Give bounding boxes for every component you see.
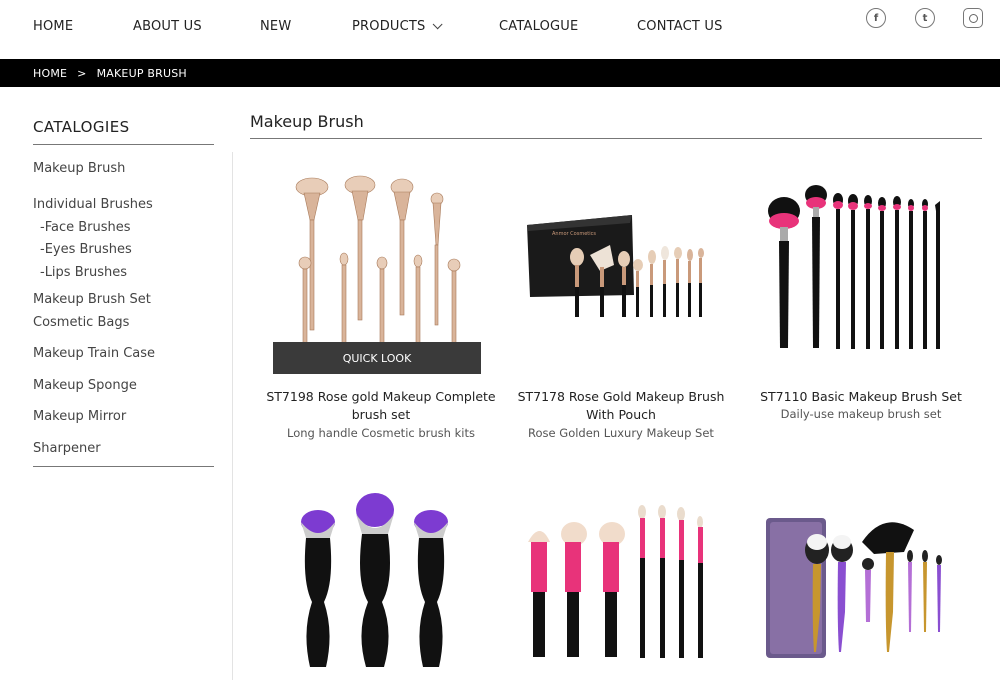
product-subtitle: Long handle Cosmetic brush kits: [287, 426, 475, 440]
product-name-line1: ST7178 Rose Gold Makeup Brush: [517, 389, 725, 404]
product-image-pink-black-set[interactable]: [520, 502, 710, 667]
sidebar-item-makeup-brush[interactable]: Makeup Brush: [33, 161, 125, 176]
chevron-down-icon: [432, 19, 443, 30]
product-name-line1: ST7110 Basic Makeup Brush Set: [760, 389, 962, 404]
nav-products-link[interactable]: PRODUCTS: [352, 19, 443, 34]
sidebar-bottom-rule: [33, 466, 214, 467]
sidebar-item-makeup-sponge[interactable]: Makeup Sponge: [33, 378, 137, 393]
sidebar-item-cosmetic-bags[interactable]: Cosmetic Bags: [33, 315, 129, 330]
breadcrumb-separator: >: [77, 66, 87, 80]
instagram-icon[interactable]: [963, 8, 983, 28]
product-name[interactable]: ST7110 Basic Makeup Brush Set: [746, 388, 976, 406]
sidebar-divider: [232, 152, 233, 680]
top-navigation: HOME ABOUT US NEW PRODUCTS CATALOGUE CON…: [0, 0, 1000, 59]
breadcrumb-current: MAKEUP BRUSH: [96, 66, 187, 80]
product-image-st7110[interactable]: [762, 183, 952, 358]
twitter-icon[interactable]: t: [915, 8, 935, 28]
sidebar-item-eyes-brushes[interactable]: -Eyes Brushes: [40, 242, 132, 257]
sidebar-title: CATALOGIES: [33, 118, 214, 145]
nav-catalogue-link[interactable]: CATALOGUE: [499, 19, 578, 34]
product-name-line2: With Pouch: [586, 407, 656, 422]
breadcrumb: HOME > MAKEUP BRUSH: [0, 59, 1000, 87]
quick-look-button[interactable]: QUICK LOOK: [273, 342, 481, 374]
sidebar-item-individual-brushes[interactable]: Individual Brushes: [33, 197, 153, 212]
product-image-st7178[interactable]: Anmor Cosmetics: [522, 205, 712, 325]
sidebar-item-makeup-mirror[interactable]: Makeup Mirror: [33, 409, 126, 424]
product-image-st7198[interactable]: [272, 165, 482, 355]
title-divider: [250, 138, 982, 139]
sidebar-item-makeup-train-case[interactable]: Makeup Train Case: [33, 346, 155, 361]
nav-products-label: PRODUCTS: [352, 19, 426, 34]
product-name[interactable]: ST7198 Rose gold Makeup Complete brush s…: [266, 388, 496, 424]
nav-new-link[interactable]: NEW: [260, 19, 291, 34]
facebook-icon[interactable]: f: [866, 8, 886, 28]
sidebar: CATALOGIES: [33, 118, 214, 145]
sidebar-item-makeup-brush-set[interactable]: Makeup Brush Set: [33, 292, 151, 307]
product-name-line1: ST7198 Rose gold Makeup Complete: [266, 389, 496, 404]
sidebar-item-face-brushes[interactable]: -Face Brushes: [40, 220, 131, 235]
product-subtitle: Daily-use makeup brush set: [780, 407, 942, 421]
svg-text:Anmor Cosmetics: Anmor Cosmetics: [552, 231, 596, 237]
breadcrumb-home[interactable]: HOME: [33, 67, 67, 80]
sidebar-item-sharpener[interactable]: Sharpener: [33, 441, 101, 456]
nav-about-link[interactable]: ABOUT US: [133, 19, 202, 34]
product-image-glitter-set[interactable]: [762, 512, 952, 667]
product-subtitle: Rose Golden Luxury Makeup Set: [528, 426, 714, 440]
page-title: Makeup Brush: [250, 112, 364, 131]
nav-contact-link[interactable]: CONTACT US: [637, 19, 723, 34]
product-name-line2: brush set: [351, 407, 411, 422]
product-image-purple-kabuki[interactable]: [290, 492, 460, 680]
nav-home-link[interactable]: HOME: [33, 19, 73, 34]
sidebar-item-lips-brushes[interactable]: -Lips Brushes: [40, 265, 127, 280]
product-name[interactable]: ST7178 Rose Gold Makeup Brush With Pouch: [506, 388, 736, 424]
